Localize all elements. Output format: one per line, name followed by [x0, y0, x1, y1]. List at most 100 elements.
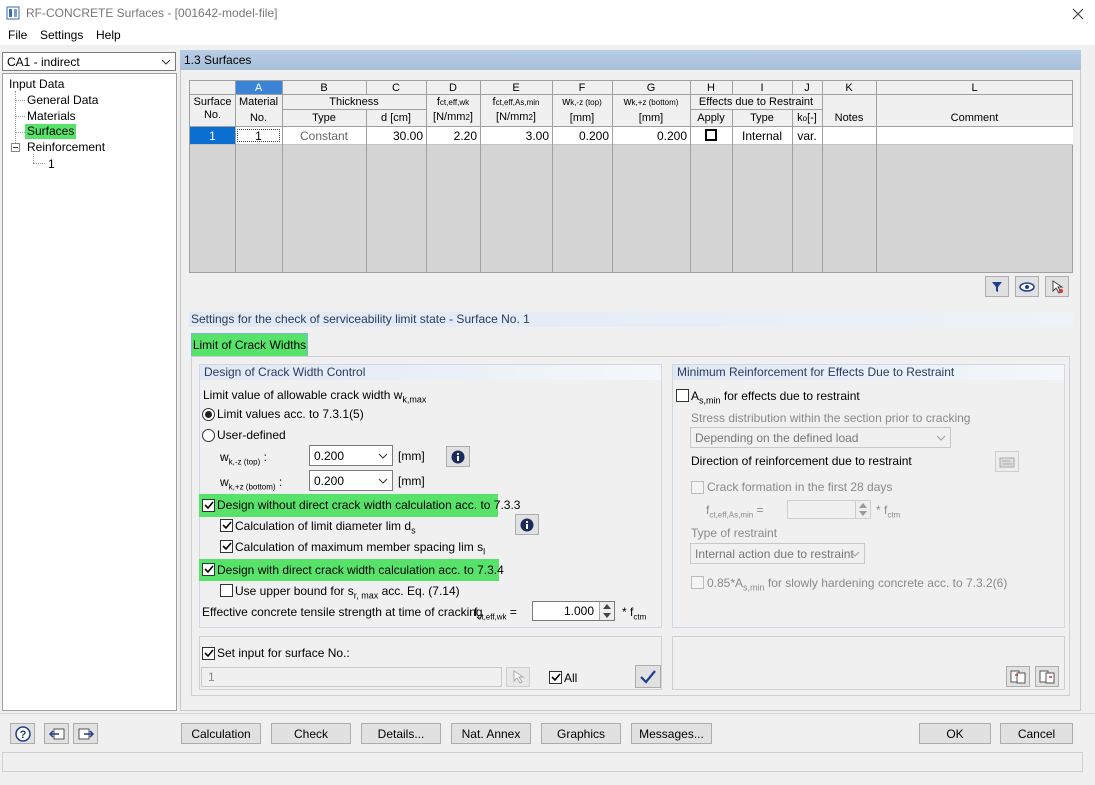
- hdr-fctas: f ct,eff,As,min: [492, 96, 540, 108]
- tree-item-general-data[interactable]: General Data: [27, 93, 98, 107]
- pointer-icon: [513, 670, 525, 684]
- radio-user-defined-label[interactable]: User-defined: [217, 428, 286, 442]
- col-letter-L[interactable]: L: [876, 81, 1073, 95]
- menu-file[interactable]: File: [8, 28, 27, 42]
- paste-icon: [1039, 670, 1055, 683]
- details-button[interactable]: Details...: [361, 723, 441, 744]
- messages-button[interactable]: Messages...: [631, 723, 712, 744]
- tab-label: Limit of Crack Widths: [192, 338, 307, 352]
- cell-fctas[interactable]: 3.00: [480, 128, 549, 144]
- cb-design-without[interactable]: [202, 499, 215, 512]
- filter-button[interactable]: [985, 276, 1009, 297]
- cb-all[interactable]: [549, 671, 562, 684]
- cb-all-label[interactable]: All: [564, 671, 577, 685]
- stress-distribution-select[interactable]: Depending on the defined load: [690, 427, 951, 448]
- cell-thickness-type[interactable]: Constant: [282, 128, 366, 144]
- previous-button[interactable]: [44, 723, 69, 744]
- close-icon[interactable]: [1072, 8, 1084, 20]
- cell-surface-no[interactable]: 1: [190, 128, 235, 144]
- cb-as-min-label[interactable]: As,min for effects due to restraint: [691, 389, 860, 405]
- radio-limit-values[interactable]: [202, 408, 215, 421]
- cb-slow-hardening[interactable]: [691, 576, 704, 589]
- cb-set-input-label[interactable]: Set input for surface No.:: [217, 646, 350, 660]
- cell-apply-checkbox[interactable]: [705, 129, 717, 141]
- tree-expander[interactable]: [11, 143, 20, 152]
- cell-comment[interactable]: [876, 128, 1072, 144]
- help-button[interactable]: ?: [10, 723, 35, 744]
- next-button[interactable]: [73, 723, 98, 744]
- pick-surface-button[interactable]: [506, 667, 530, 687]
- menu-help[interactable]: Help: [96, 28, 121, 42]
- cell-material-no[interactable]: 1: [235, 128, 282, 144]
- col-letter-G[interactable]: G: [612, 81, 690, 95]
- cancel-button[interactable]: Cancel: [1000, 723, 1073, 744]
- fct-as-min-input[interactable]: [787, 500, 871, 519]
- apply-button[interactable]: [635, 665, 661, 688]
- cb-design-with[interactable]: [202, 563, 215, 576]
- cell-thickness-d[interactable]: 30.00: [366, 128, 423, 144]
- info-button[interactable]: [446, 446, 470, 467]
- surface-no-input[interactable]: 1: [201, 667, 502, 687]
- cb-slow-hardening-label[interactable]: 0.85*As,min for slowly hardening concret…: [707, 576, 1007, 592]
- import-button[interactable]: [1006, 666, 1030, 687]
- cell-k0[interactable]: var.: [792, 128, 822, 144]
- radio-user-defined[interactable]: [202, 429, 215, 442]
- calculation-button[interactable]: Calculation: [181, 723, 261, 744]
- info-button-2[interactable]: [515, 514, 539, 535]
- menu-settings[interactable]: Settings: [40, 28, 83, 42]
- cb-crack-28-days[interactable]: [691, 481, 704, 494]
- pick-button[interactable]: [1045, 276, 1069, 297]
- cb-limit-diameter-label[interactable]: Calculation of limit diameter lim ds: [235, 519, 416, 535]
- cell-effects-type[interactable]: Internal: [732, 128, 792, 144]
- cb-member-spacing[interactable]: [220, 540, 233, 553]
- restraint-type-select[interactable]: Internal action due to restraint: [690, 543, 865, 564]
- spin-buttons[interactable]: [599, 602, 614, 620]
- check-button[interactable]: Check: [271, 723, 351, 744]
- spin-buttons[interactable]: [855, 501, 870, 518]
- tree-item-materials[interactable]: Materials: [27, 109, 76, 123]
- cb-design-with-label[interactable]: Design with direct crack width calculati…: [217, 563, 504, 577]
- radio-limit-values-label[interactable]: Limit values acc. to 7.3.1(5): [217, 407, 364, 421]
- col-letter-K[interactable]: K: [822, 81, 876, 95]
- tree-item-reinforcement[interactable]: Reinforcement: [27, 140, 105, 154]
- cell-fct[interactable]: 2.20: [426, 128, 477, 144]
- wbot-select[interactable]: 0.200: [309, 470, 393, 491]
- view-button[interactable]: [1015, 276, 1039, 297]
- ok-button[interactable]: OK: [919, 723, 991, 744]
- settings-title: Settings for the check of serviceability…: [191, 312, 530, 326]
- cb-upper-bound-label[interactable]: Use upper bound for sr, max acc. Eq. (7.…: [235, 584, 460, 600]
- design-group-title: Design of Crack Width Control: [200, 365, 661, 380]
- cb-upper-bound[interactable]: [220, 584, 233, 597]
- cell-notes[interactable]: [822, 128, 876, 144]
- nat-annex-button[interactable]: Nat. Annex: [451, 723, 531, 744]
- tab-limit-of-crack-widths[interactable]: Limit of Crack Widths: [191, 333, 308, 356]
- col-letter-F[interactable]: F: [552, 81, 612, 95]
- col-letter-D[interactable]: D: [426, 81, 480, 95]
- eff-strength-input[interactable]: 1.000: [532, 601, 615, 621]
- col-letter-I[interactable]: I: [732, 81, 792, 95]
- cb-member-spacing-label[interactable]: Calculation of maximum member spacing li…: [235, 540, 485, 556]
- col-letter-B[interactable]: B: [282, 81, 366, 95]
- col-letter-A[interactable]: A: [235, 81, 282, 95]
- wtop-select[interactable]: 0.200: [309, 445, 393, 466]
- eye-icon: [1019, 281, 1035, 292]
- cb-design-without-label[interactable]: Design without direct crack width calcul…: [217, 498, 520, 512]
- cb-as-min[interactable]: [676, 389, 689, 402]
- cell-wtop[interactable]: 0.200: [552, 128, 609, 144]
- col-letter-J[interactable]: J: [792, 81, 822, 95]
- col-letter-H[interactable]: H: [690, 81, 732, 95]
- cb-limit-diameter[interactable]: [220, 519, 233, 532]
- eff-strength-value: 1.000: [563, 604, 594, 618]
- col-letter-E[interactable]: E: [480, 81, 552, 95]
- tree-root-input-data[interactable]: Input Data: [9, 77, 64, 91]
- cell-wbot[interactable]: 0.200: [612, 128, 687, 144]
- case-select[interactable]: CA1 - indirect: [2, 52, 176, 71]
- direction-button[interactable]: [995, 451, 1019, 472]
- graphics-button[interactable]: Graphics: [541, 723, 621, 744]
- cb-crack-28-days-label[interactable]: Crack formation in the first 28 days: [707, 480, 892, 494]
- col-letter-C[interactable]: C: [366, 81, 426, 95]
- tree-item-reinforcement-1[interactable]: 1: [48, 157, 55, 171]
- export-button[interactable]: [1035, 666, 1059, 687]
- cb-set-input[interactable]: [202, 647, 215, 660]
- tree-item-surfaces[interactable]: Surfaces: [25, 124, 77, 139]
